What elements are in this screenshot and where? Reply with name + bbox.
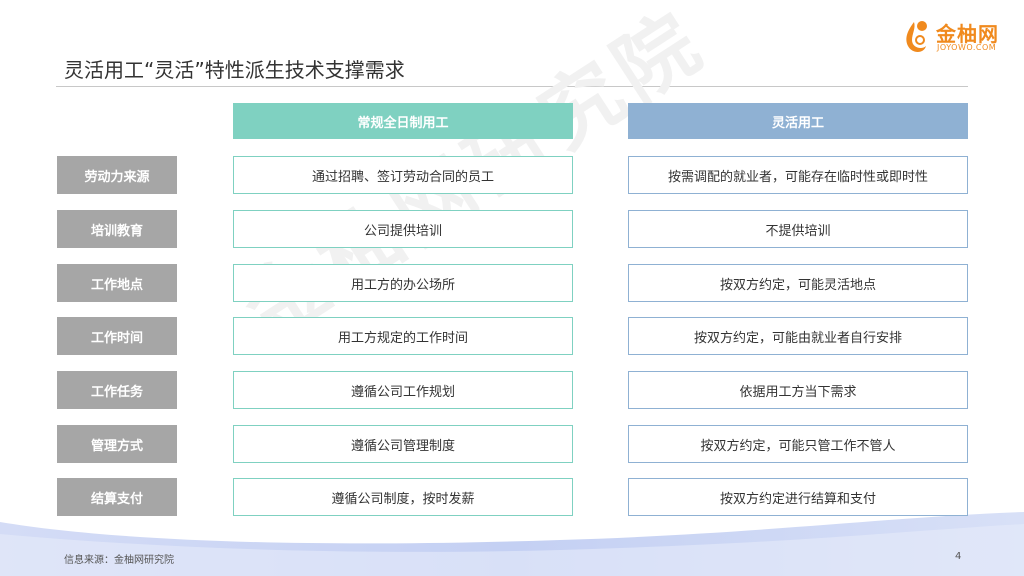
flexible-cell: 按需调配的就业者，可能存在临时性或即时性 <box>628 156 968 194</box>
table-row: 工作时间 用工方规定的工作时间 按双方约定，可能由就业者自行安排 <box>0 317 1024 355</box>
footer-wave <box>0 512 1024 576</box>
row-label: 培训教育 <box>57 210 177 248</box>
column-header-flexible: 灵活用工 <box>628 103 968 139</box>
source-note: 信息来源：金柚网研究院 <box>64 555 174 566</box>
logo-url: JOYOWO.COM <box>937 43 997 52</box>
table-row: 结算支付 遵循公司制度，按时发薪 按双方约定进行结算和支付 <box>0 478 1024 516</box>
row-label: 管理方式 <box>57 425 177 463</box>
regular-cell: 用工方规定的工作时间 <box>233 317 573 355</box>
row-label: 结算支付 <box>57 478 177 516</box>
table-row: 培训教育 公司提供培训 不提供培训 <box>0 210 1024 248</box>
slide-title: 灵活用工“灵活”特性派生技术支撑需求 <box>64 58 405 82</box>
flexible-cell: 按双方约定进行结算和支付 <box>628 478 968 516</box>
flexible-cell: 不提供培训 <box>628 210 968 248</box>
row-label: 劳动力来源 <box>57 156 177 194</box>
table-row: 工作地点 用工方的办公场所 按双方约定，可能灵活地点 <box>0 264 1024 302</box>
table-row: 管理方式 遵循公司管理制度 按双方约定，可能只管工作不管人 <box>0 425 1024 463</box>
regular-cell: 遵循公司管理制度 <box>233 425 573 463</box>
regular-cell: 遵循公司工作规划 <box>233 371 573 409</box>
flexible-cell: 依据用工方当下需求 <box>628 371 968 409</box>
row-label: 工作时间 <box>57 317 177 355</box>
regular-cell: 通过招聘、签订劳动合同的员工 <box>233 156 573 194</box>
table-row: 劳动力来源 通过招聘、签订劳动合同的员工 按需调配的就业者，可能存在临时性或即时… <box>0 156 1024 194</box>
title-divider <box>56 86 968 87</box>
regular-cell: 遵循公司制度，按时发薪 <box>233 478 573 516</box>
flexible-cell: 按双方约定，可能由就业者自行安排 <box>628 317 968 355</box>
column-header-regular: 常规全日制用工 <box>233 103 573 139</box>
row-label: 工作任务 <box>57 371 177 409</box>
flexible-cell: 按双方约定，可能只管工作不管人 <box>628 425 968 463</box>
table-row: 工作任务 遵循公司工作规划 依据用工方当下需求 <box>0 371 1024 409</box>
row-label: 工作地点 <box>57 264 177 302</box>
regular-cell: 公司提供培训 <box>233 210 573 248</box>
regular-cell: 用工方的办公场所 <box>233 264 573 302</box>
flexible-cell: 按双方约定，可能灵活地点 <box>628 264 968 302</box>
logo-icon <box>906 21 927 52</box>
page-number: 4 <box>955 551 962 562</box>
brand-logo: 金柚网 JOYOWO.COM <box>900 14 1010 60</box>
